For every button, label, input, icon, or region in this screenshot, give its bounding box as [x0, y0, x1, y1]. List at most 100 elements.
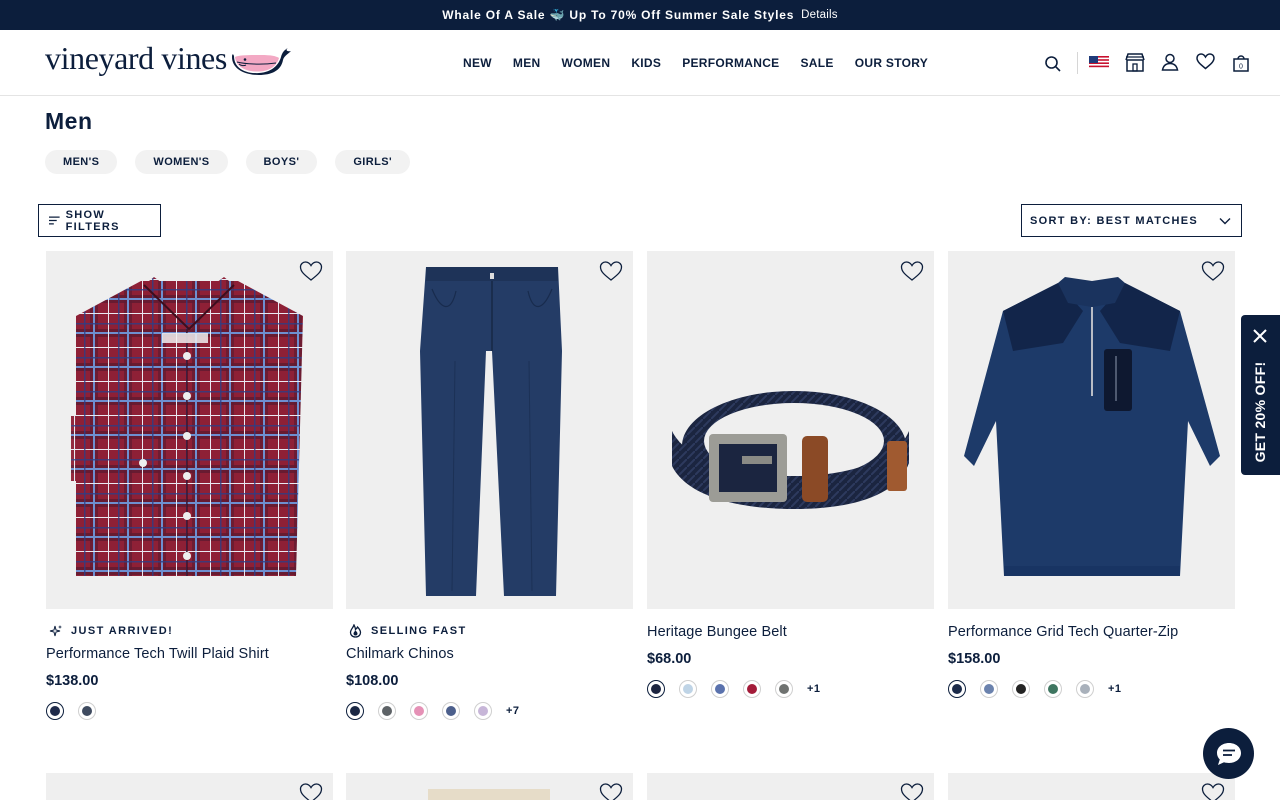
color-swatch[interactable]: [711, 680, 729, 698]
header-utility-icons: 0: [1042, 52, 1252, 76]
plaid-shirt-image: [71, 277, 303, 576]
wishlist-heart-icon[interactable]: [299, 261, 323, 282]
sort-dropdown[interactable]: SORT BY: BEST MATCHES: [1021, 204, 1242, 237]
product-image[interactable]: [346, 773, 633, 800]
product-badge-label: SELLING FAST: [371, 625, 467, 637]
color-swatches: [46, 702, 333, 720]
color-swatch[interactable]: [346, 702, 364, 720]
product-image[interactable]: [46, 773, 333, 800]
product-card: SELLING FAST Chilmark Chinos $108.00 +7: [346, 251, 633, 720]
site-header: vineyard vines NEW MEN WOMEN KIDS PERFOR…: [0, 30, 1280, 96]
quarter-zip-image: [964, 277, 1220, 576]
product-card: Heritage Bungee Belt $68.00 +1: [647, 251, 934, 698]
discount-promo-label: GET 20% OFF!: [1252, 361, 1268, 463]
color-swatch[interactable]: [442, 702, 460, 720]
main-nav: NEW MEN WOMEN KIDS PERFORMANCE SALE OUR …: [463, 56, 949, 70]
khaki-garment-top: [428, 789, 550, 800]
product-name[interactable]: Chilmark Chinos: [346, 646, 633, 662]
product-price: $68.00: [647, 651, 692, 667]
product-name[interactable]: Performance Tech Twill Plaid Shirt: [46, 646, 333, 662]
filter-lines-icon: [49, 216, 60, 225]
product-name[interactable]: Heritage Bungee Belt: [647, 624, 934, 640]
product-image[interactable]: [647, 251, 934, 609]
color-swatches: +7: [346, 702, 633, 720]
page-title: Men: [45, 108, 93, 134]
promo-message: Whale Of A Sale 🐳 Up To 70% Off Summer S…: [442, 8, 795, 22]
wishlist-heart-icon[interactable]: [900, 783, 924, 800]
product-image[interactable]: [46, 251, 333, 609]
promo-details-link[interactable]: Details: [801, 9, 838, 21]
product-name[interactable]: Performance Grid Tech Quarter-Zip: [948, 624, 1235, 640]
more-colors-link[interactable]: +1: [807, 683, 821, 695]
color-swatch[interactable]: [378, 702, 396, 720]
chip-mens[interactable]: MEN'S: [45, 150, 118, 174]
color-swatch[interactable]: [679, 680, 697, 698]
product-card: Performance Grid Tech Quarter-Zip $158.0…: [948, 251, 1235, 698]
whale-logo-icon: [231, 47, 291, 75]
nav-men[interactable]: MEN: [513, 56, 541, 70]
color-swatch[interactable]: [743, 680, 761, 698]
sort-label: SORT BY: BEST MATCHES: [1030, 214, 1199, 227]
wishlist-heart-icon[interactable]: [599, 261, 623, 282]
nav-kids[interactable]: KIDS: [631, 56, 661, 70]
wishlist-heart-icon[interactable]: [1201, 783, 1225, 800]
product-badge-label: JUST ARRIVED!: [71, 625, 174, 637]
show-filters-button[interactable]: SHOW FILTERS: [38, 204, 161, 237]
product-image[interactable]: [346, 251, 633, 609]
sparkle-icon: [49, 624, 62, 636]
nav-new[interactable]: NEW: [463, 56, 492, 70]
nav-women[interactable]: WOMEN: [561, 56, 610, 70]
wishlist-heart-icon[interactable]: [1201, 261, 1225, 282]
bag-count: 0: [1239, 64, 1243, 71]
bungee-belt-image: [672, 391, 909, 509]
bag-icon[interactable]: 0: [1232, 53, 1250, 72]
site-logo[interactable]: vineyard vines: [45, 40, 293, 77]
chat-button[interactable]: [1203, 728, 1254, 779]
logo-wordmark: vineyard vines: [45, 40, 227, 76]
color-swatch[interactable]: [647, 680, 665, 698]
chip-womens[interactable]: WOMEN'S: [135, 150, 228, 174]
chino-pants-image: [420, 267, 562, 596]
more-colors-link[interactable]: +7: [506, 705, 520, 717]
wishlist-heart-icon[interactable]: [599, 783, 623, 800]
color-swatch[interactable]: [474, 702, 492, 720]
wishlist-heart-icon[interactable]: [1196, 53, 1215, 70]
discount-promo-tab[interactable]: GET 20% OFF!: [1241, 315, 1280, 475]
header-divider: [1077, 52, 1078, 74]
flame-icon: [349, 624, 362, 638]
more-colors-link[interactable]: +1: [1108, 683, 1122, 695]
close-icon[interactable]: [1253, 329, 1267, 343]
category-chips: MEN'S WOMEN'S BOYS' GIRLS': [45, 150, 428, 174]
us-flag-icon[interactable]: [1089, 56, 1109, 69]
product-price: $108.00: [346, 673, 399, 689]
product-image[interactable]: [647, 773, 934, 800]
product-badge: SELLING FAST: [346, 623, 633, 639]
color-swatch[interactable]: [46, 702, 64, 720]
color-swatch[interactable]: [980, 680, 998, 698]
show-filters-label: SHOW FILTERS: [65, 208, 120, 233]
chip-boys[interactable]: BOYS': [245, 150, 318, 174]
store-icon[interactable]: [1125, 53, 1145, 72]
nav-sale[interactable]: SALE: [801, 56, 834, 70]
chevron-down-icon: [1219, 218, 1231, 225]
wishlist-heart-icon[interactable]: [900, 261, 924, 282]
account-icon[interactable]: [1161, 53, 1179, 71]
product-price: $138.00: [46, 673, 99, 689]
chat-bubble-icon: [1216, 742, 1241, 765]
color-swatch[interactable]: [1044, 680, 1062, 698]
color-swatch[interactable]: [775, 680, 793, 698]
nav-performance[interactable]: PERFORMANCE: [682, 56, 779, 70]
color-swatch[interactable]: [78, 702, 96, 720]
chip-girls[interactable]: GIRLS': [335, 150, 410, 174]
color-swatch[interactable]: [948, 680, 966, 698]
color-swatch[interactable]: [410, 702, 428, 720]
product-card: JUST ARRIVED! Performance Tech Twill Pla…: [46, 251, 333, 720]
search-icon[interactable]: [1044, 55, 1062, 73]
product-image[interactable]: [948, 251, 1235, 609]
product-image[interactable]: [948, 773, 1235, 800]
wishlist-heart-icon[interactable]: [299, 783, 323, 800]
color-swatch[interactable]: [1076, 680, 1094, 698]
color-swatch[interactable]: [1012, 680, 1030, 698]
nav-our-story[interactable]: OUR STORY: [855, 56, 928, 70]
product-badge: JUST ARRIVED!: [46, 623, 333, 639]
